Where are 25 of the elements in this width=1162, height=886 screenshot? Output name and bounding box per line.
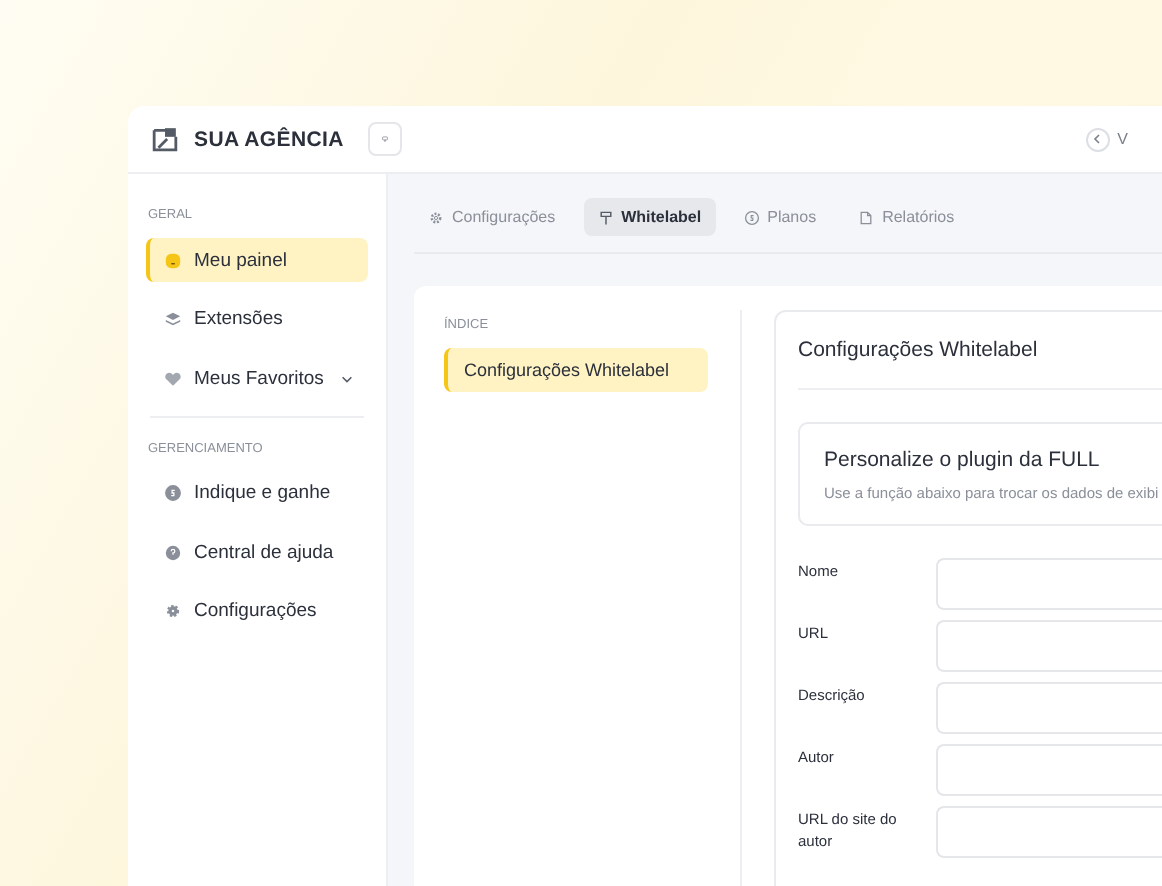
back-link[interactable]: V [1117, 130, 1128, 148]
brand-name: SUA AGÊNCIA [194, 127, 344, 151]
sidebar-item[interactable]: Configurações [146, 589, 368, 633]
gear-icon [428, 209, 444, 225]
sidebar-item[interactable]: Meu painel [146, 238, 368, 282]
logo-icon [152, 126, 178, 152]
sidebar-item[interactable]: Indique e ganhe [146, 471, 368, 515]
sidebar-item[interactable]: Meus Favoritos [146, 356, 368, 400]
intro-title: Personalize o plugin da FULL [824, 448, 1102, 472]
index-item[interactable]: Configurações Whitelabel [444, 348, 708, 392]
layers-icon [164, 310, 182, 328]
sidebar-item[interactable]: Extensões [146, 297, 368, 341]
tab[interactable]: Whitelabel [583, 198, 716, 236]
document-icon [858, 209, 875, 225]
smiley-icon [164, 251, 182, 269]
panel-title: Configurações Whitelabel [798, 312, 1162, 390]
brush-icon [597, 209, 614, 225]
coin-icon [743, 209, 760, 225]
coin-icon [164, 484, 182, 502]
sidebar-item[interactable]: Central de ajuda [146, 530, 368, 574]
gear-icon [164, 602, 182, 620]
heart-icon [164, 369, 182, 387]
help-icon [164, 543, 182, 561]
back-icon[interactable] [1085, 127, 1110, 151]
display-button[interactable] [367, 122, 402, 156]
